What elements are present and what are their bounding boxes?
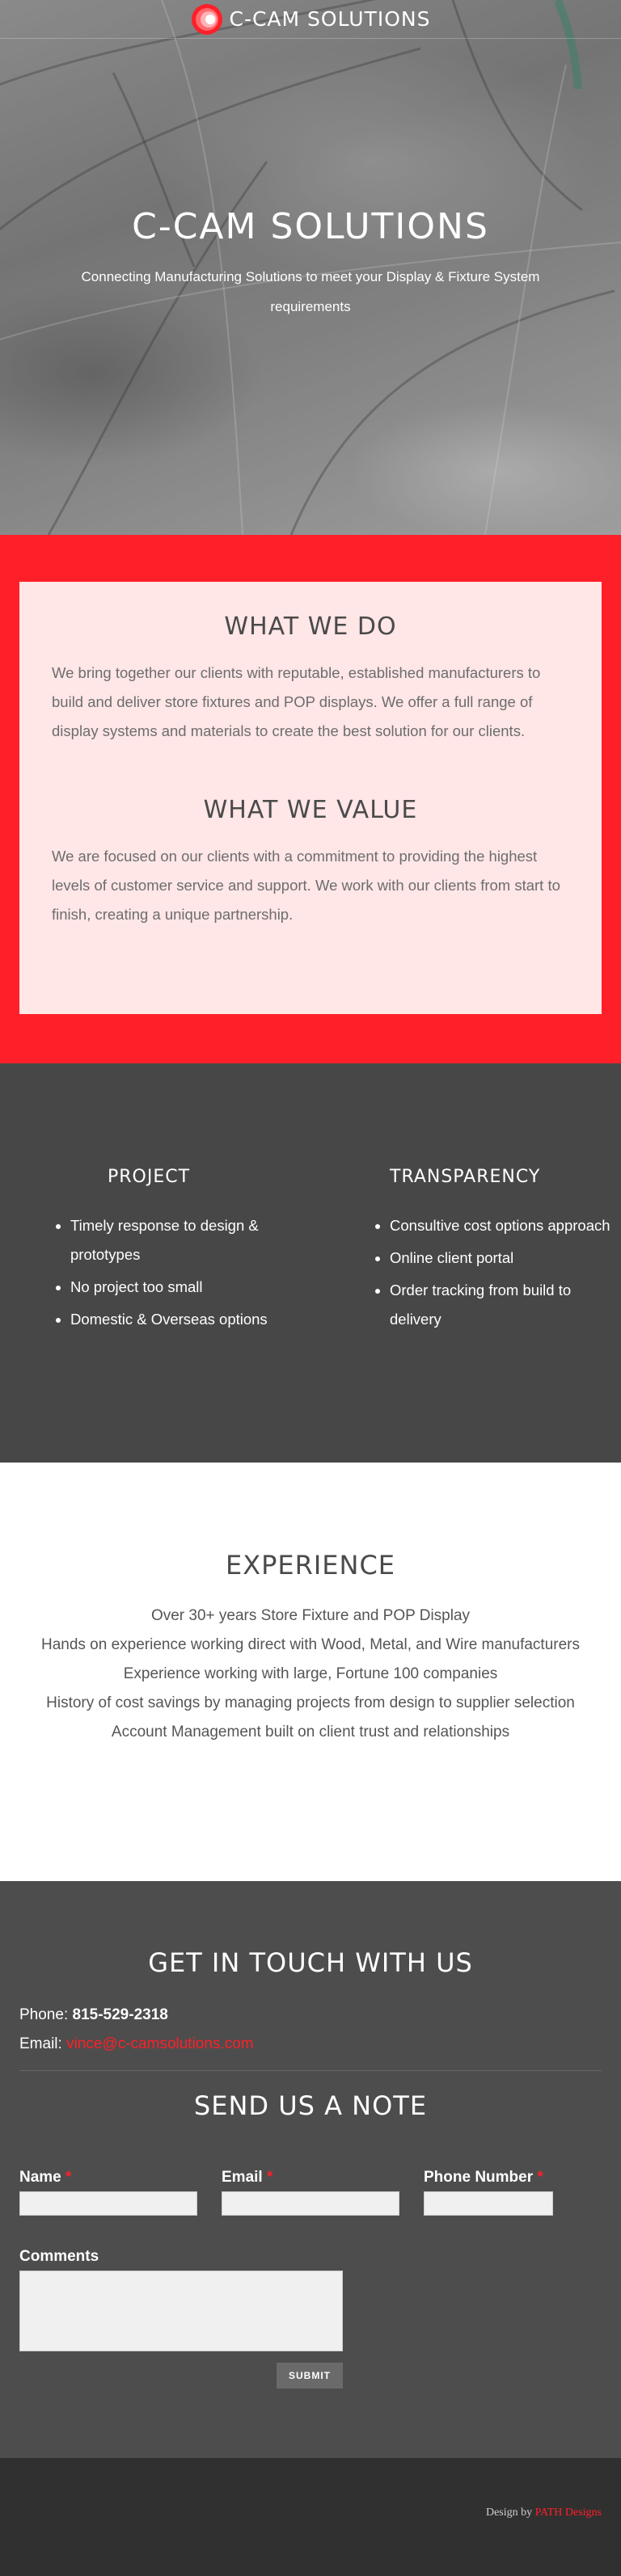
footer: Design by PATH Designs <box>0 2458 621 2576</box>
email-link[interactable]: vince@c-camsolutions.com <box>66 2035 254 2052</box>
send-note-heading: SEND US A NOTE <box>193 2090 428 2121</box>
hero-subtitle: Connecting Manufacturing Solutions to me… <box>81 269 540 314</box>
list-item: Online client portal <box>390 1244 613 1273</box>
required-mark: * <box>537 2169 543 2186</box>
comments-field-group: Comments <box>19 2248 343 2351</box>
feature-project-list: Timely response to design & prototypes N… <box>51 1211 294 1337</box>
list-item: Order tracking from build to delivery <box>390 1276 613 1334</box>
experience-heading: EXPERIENCE <box>225 1550 396 1581</box>
list-item: Domestic & Overseas options <box>70 1305 294 1334</box>
experience-line: Over 30+ years Store Fixture and POP Dis… <box>150 1607 471 1624</box>
required-mark: * <box>266 2169 273 2186</box>
submit-button[interactable]: SUBMIT <box>277 2363 343 2389</box>
about-panel: WHAT WE DO We bring together our clients… <box>19 582 602 1014</box>
email-label: Email: <box>19 2035 62 2052</box>
design-credit: Design by PATH Designs <box>486 2507 602 2519</box>
phone-input[interactable] <box>424 2191 553 2216</box>
phone-field-group: Phone Number * <box>424 2169 553 2216</box>
hero-content: C-CAM SOLUTIONS Connecting Manufacturing… <box>0 206 621 322</box>
designer-link[interactable]: PATH Designs <box>535 2507 602 2519</box>
name-input[interactable] <box>19 2191 197 2216</box>
phone-number[interactable]: 815-529-2318 <box>73 2006 168 2023</box>
divider <box>19 2070 602 2071</box>
c-cam-logo-icon[interactable] <box>191 3 223 36</box>
email-input[interactable] <box>222 2191 399 2216</box>
what-we-value-heading: WHAT WE VALUE <box>203 796 418 824</box>
hero-title: C-CAM SOLUTIONS <box>132 206 489 247</box>
contact-section: GET IN TOUCH WITH US Phone: 815-529-2318… <box>0 1881 621 2458</box>
about-section: WHAT WE DO We bring together our clients… <box>0 535 621 1063</box>
feature-project-heading: PROJECT <box>108 1167 191 1187</box>
email-row: Email: vince@c-camsolutions.com <box>19 2030 602 2059</box>
hero: C-CAM SOLUTIONS C-CAM SOLUTIONS Connecti… <box>0 0 621 535</box>
feature-transparency-heading: TRANSPARENCY <box>390 1167 541 1187</box>
feature-transparency-list: Consultive cost options approach Online … <box>370 1211 613 1337</box>
experience-line: Account Management built on client trust… <box>111 1724 510 1740</box>
phone-field-label: Phone Number * <box>424 2169 543 2186</box>
design-by-label: Design by <box>485 2507 533 2519</box>
what-we-do-text: We bring together our clients with reput… <box>52 664 541 739</box>
experience-line: Hands on experience working direct with … <box>40 1636 580 1653</box>
comments-textarea[interactable] <box>19 2271 343 2351</box>
email-field-group: Email * <box>222 2169 399 2216</box>
phone-label: Phone: <box>19 2006 69 2023</box>
brand-name[interactable]: C-CAM SOLUTIONS <box>230 7 431 31</box>
experience-line: History of cost savings by managing proj… <box>46 1694 575 1711</box>
comments-label: Comments <box>19 2248 99 2265</box>
name-field-group: Name * <box>19 2169 197 2216</box>
contact-form-row: Name * Email * Phone Number * <box>19 2169 602 2217</box>
list-item: No project too small <box>70 1273 294 1302</box>
top-bar: C-CAM SOLUTIONS <box>0 0 621 39</box>
contact-heading: GET IN TOUCH WITH US <box>148 1947 473 1978</box>
email-field-label: Email * <box>222 2169 273 2186</box>
features-section: PROJECT Timely response to design & prot… <box>0 1063 621 1463</box>
phone-row: Phone: 815-529-2318 <box>19 2001 602 2030</box>
required-mark: * <box>65 2169 72 2186</box>
experience-line: Experience working with large, Fortune 1… <box>123 1665 498 1682</box>
what-we-value-text: We are focused on our clients with a com… <box>52 848 560 923</box>
list-item: Consultive cost options approach <box>390 1211 613 1240</box>
list-item: Timely response to design & prototypes <box>70 1211 294 1269</box>
name-label: Name * <box>19 2169 72 2186</box>
what-we-do-heading: WHAT WE DO <box>224 612 397 641</box>
contact-info: Phone: 815-529-2318 Email: vince@c-camso… <box>19 2001 602 2059</box>
experience-list: Over 30+ years Store Fixture and POP Dis… <box>0 1602 621 1747</box>
experience-section: EXPERIENCE Over 30+ years Store Fixture … <box>0 1463 621 1881</box>
